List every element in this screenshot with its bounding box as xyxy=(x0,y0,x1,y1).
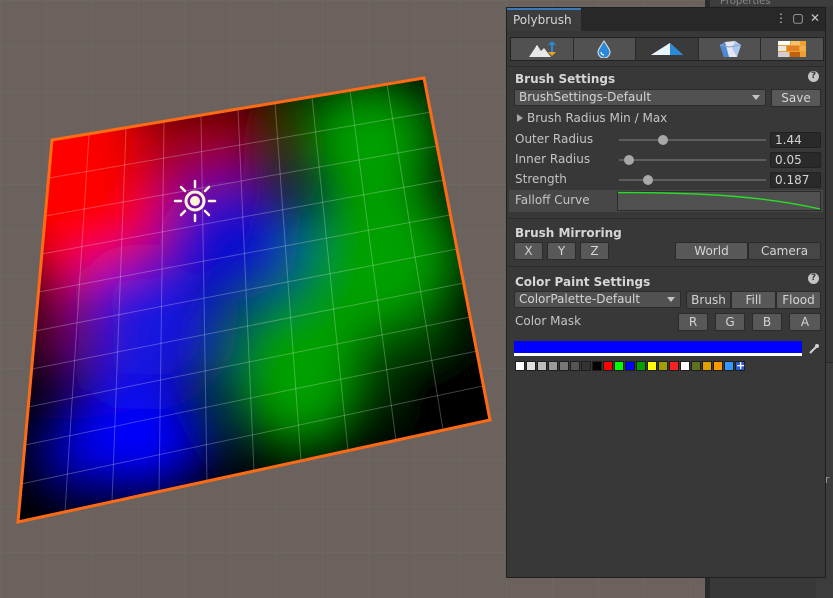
brush-radius-toggle-label: Brush Radius Min / Max xyxy=(527,111,668,125)
color-mask-label: Color Mask xyxy=(515,314,582,328)
color-swatch[interactable] xyxy=(570,361,580,371)
paint-textures-mode-button[interactable] xyxy=(761,38,823,60)
inner-radius-slider-thumb[interactable] xyxy=(624,155,635,165)
separator xyxy=(508,66,824,67)
window-tab-polybrush[interactable]: Polybrush xyxy=(507,8,581,31)
outer-radius-field[interactable]: 1.44 xyxy=(770,132,821,148)
color-swatch[interactable] xyxy=(713,361,723,371)
mountain-arrows-icon xyxy=(528,41,556,57)
separator xyxy=(508,266,824,267)
color-palette-swatches: + xyxy=(515,360,746,371)
color-palette-value: ColorPalette-Default xyxy=(519,292,641,306)
color-paint-help-icon[interactable]: ? xyxy=(808,273,819,284)
close-icon[interactable]: ✕ xyxy=(809,11,821,25)
color-swatch[interactable] xyxy=(548,361,558,371)
foldout-arrow-icon xyxy=(517,114,523,122)
save-button[interactable]: Save xyxy=(771,89,821,107)
color-swatch[interactable] xyxy=(537,361,547,371)
raise-lower-mode-button[interactable] xyxy=(511,38,574,60)
mirror-space-camera-button[interactable]: Camera xyxy=(748,242,821,260)
paint-mode-fill-button[interactable]: Fill xyxy=(731,291,776,309)
scatter-prefabs-mode-button[interactable] xyxy=(698,38,762,60)
brush-mirroring-title: Brush Mirroring xyxy=(515,226,622,240)
color-mask-g-toggle[interactable]: G xyxy=(715,313,745,331)
strength-field[interactable]: 0.187 xyxy=(770,172,821,188)
current-color-field[interactable] xyxy=(514,341,802,356)
texture-bricks-icon xyxy=(778,41,807,57)
directional-light-icon[interactable] xyxy=(173,179,217,223)
window-controls: ⋮ ▢ ✕ xyxy=(775,11,821,25)
window-titlebar: Polybrush ⋮ ▢ ✕ xyxy=(507,8,825,31)
inner-radius-label: Inner Radius xyxy=(515,152,591,166)
mirror-y-button[interactable]: Y xyxy=(547,242,576,260)
color-mask-b-toggle[interactable]: B xyxy=(752,313,782,331)
smooth-mode-button[interactable] xyxy=(573,38,637,60)
mode-toolbar xyxy=(510,37,824,61)
strength-slider-thumb[interactable] xyxy=(643,175,654,185)
polybrush-window: Polybrush ⋮ ▢ ✕ Brush Settings ? BrushSe… xyxy=(506,7,826,578)
color-swatch[interactable] xyxy=(658,361,668,371)
paint-mode-flood-button[interactable]: Flood xyxy=(776,291,821,309)
crystal-gem-icon xyxy=(719,41,741,57)
separator xyxy=(508,218,824,219)
color-paint-settings-title: Color Paint Settings xyxy=(515,275,651,289)
color-swatch[interactable] xyxy=(691,361,701,371)
outer-radius-slider-thumb[interactable] xyxy=(658,135,669,145)
color-swatch[interactable] xyxy=(724,361,734,371)
more-options-icon[interactable]: ⋮ xyxy=(775,11,787,25)
inner-radius-slider[interactable] xyxy=(619,159,766,161)
brush-settings-help-icon[interactable]: ? xyxy=(808,71,819,82)
color-mask-r-toggle[interactable]: R xyxy=(678,313,708,331)
mirror-space-world-button[interactable]: World xyxy=(675,242,748,260)
chevron-down-icon xyxy=(667,297,675,302)
falloff-curve-field[interactable] xyxy=(617,191,821,211)
paint-vertex-colors-mode-button[interactable] xyxy=(636,38,699,60)
add-swatch-icon[interactable]: + xyxy=(735,360,745,371)
water-drop-icon xyxy=(597,40,611,58)
outer-radius-slider[interactable] xyxy=(619,139,766,141)
chevron-down-icon xyxy=(752,95,760,100)
color-swatch[interactable] xyxy=(526,361,536,371)
color-swatch[interactable] xyxy=(515,361,525,371)
color-palette-dropdown[interactable]: ColorPalette-Default xyxy=(514,291,681,308)
brush-settings-title: Brush Settings xyxy=(515,72,616,86)
color-swatch[interactable] xyxy=(581,361,591,371)
strength-slider[interactable] xyxy=(619,179,766,181)
inner-radius-field[interactable]: 0.05 xyxy=(770,152,821,168)
eyedropper-icon[interactable] xyxy=(806,341,821,356)
paint-mode-brush-button[interactable]: Brush xyxy=(686,291,731,309)
color-swatch[interactable] xyxy=(614,361,624,371)
color-swatch[interactable] xyxy=(702,361,712,371)
mirror-x-button[interactable]: X xyxy=(514,242,543,260)
color-swatch[interactable] xyxy=(636,361,646,371)
color-swatch[interactable] xyxy=(625,361,635,371)
color-swatch[interactable] xyxy=(669,361,679,371)
color-swatch[interactable] xyxy=(680,361,690,371)
brush-settings-preset-dropdown[interactable]: BrushSettings-Default xyxy=(514,89,766,106)
color-swatch[interactable] xyxy=(592,361,602,371)
color-swatch[interactable] xyxy=(559,361,569,371)
brush-preset-value: BrushSettings-Default xyxy=(519,90,652,104)
mirror-z-button[interactable]: Z xyxy=(580,242,609,260)
color-mask-a-toggle[interactable]: A xyxy=(789,313,821,331)
outer-radius-label: Outer Radius xyxy=(515,132,594,146)
brush-radius-foldout[interactable]: Brush Radius Min / Max xyxy=(517,111,667,125)
strength-label: Strength xyxy=(515,172,567,186)
color-swatch[interactable] xyxy=(647,361,657,371)
paint-brush-icon xyxy=(650,43,683,55)
color-swatch[interactable] xyxy=(603,361,613,371)
falloff-curve-label: Falloff Curve xyxy=(515,193,590,207)
background-inspector-header: Properties xyxy=(710,0,833,6)
maximize-icon[interactable]: ▢ xyxy=(792,11,804,25)
